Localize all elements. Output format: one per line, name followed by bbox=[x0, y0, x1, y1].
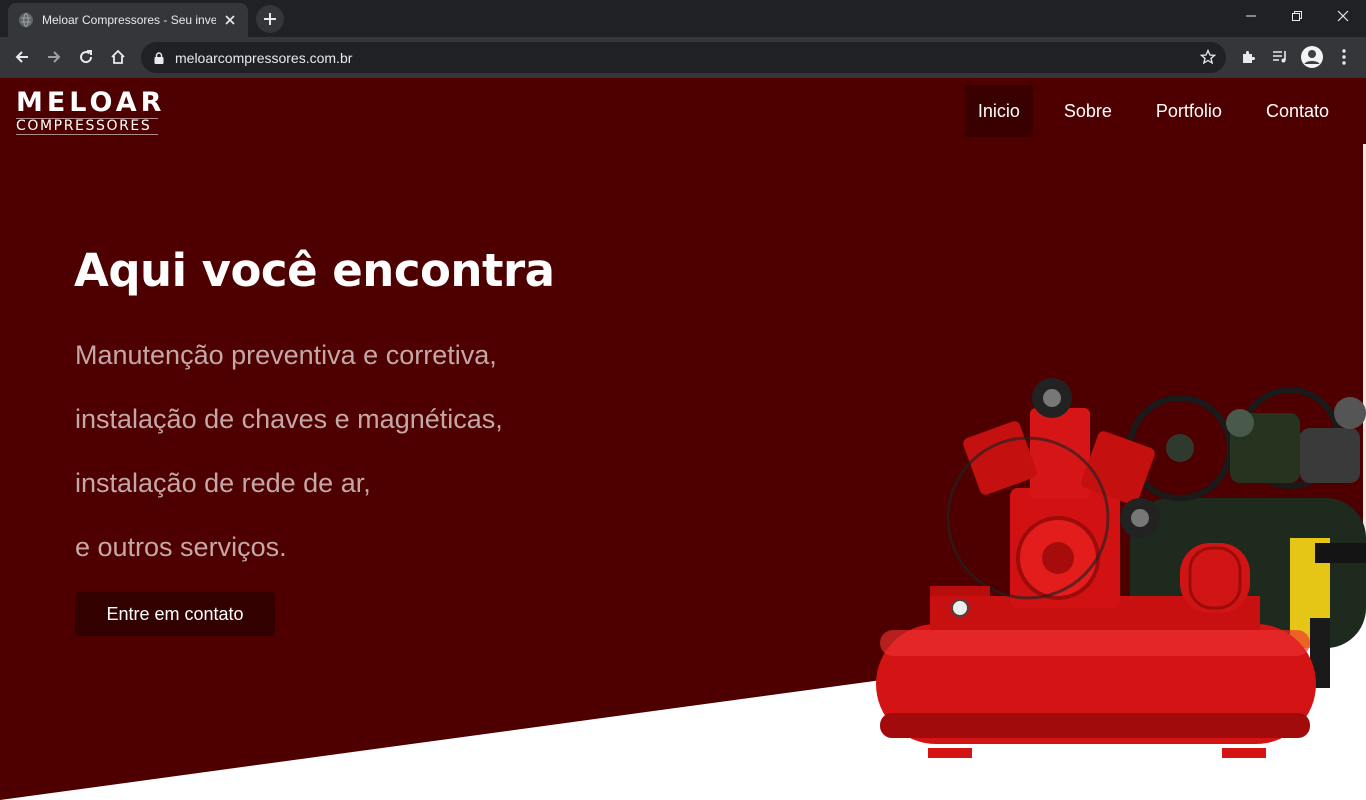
home-icon bbox=[111, 49, 125, 64]
close-tab-icon[interactable] bbox=[222, 12, 238, 28]
lock-icon bbox=[152, 51, 166, 65]
hero-title: Aqui você encontra bbox=[74, 244, 555, 297]
avatar-icon bbox=[1301, 46, 1323, 68]
nav-portfolio[interactable]: Portfolio bbox=[1143, 85, 1235, 137]
main-nav: Inicio Sobre Portfolio Contato bbox=[947, 85, 1342, 137]
browser-tab[interactable]: Meloar Compressores - Seu investimento bbox=[8, 3, 248, 37]
hero-line-4: e outros serviços. bbox=[75, 532, 287, 562]
forward-button[interactable] bbox=[40, 43, 68, 71]
close-window-button[interactable] bbox=[1320, 0, 1366, 32]
site-logo[interactable]: MELOAR COMPRESSORES bbox=[16, 87, 166, 135]
restore-button[interactable] bbox=[1274, 0, 1320, 32]
plus-icon bbox=[264, 13, 276, 25]
puzzle-icon bbox=[1243, 51, 1255, 63]
reload-icon bbox=[80, 50, 93, 64]
browser-titlebar: Meloar Compressores - Seu investimento bbox=[0, 0, 1366, 37]
browser-toolbar: meloarcompressores.com.br bbox=[0, 37, 1366, 78]
nav-sobre[interactable]: Sobre bbox=[1051, 85, 1125, 137]
url-text: meloarcompressores.com.br bbox=[175, 49, 353, 66]
hero-line-3: instalação de rede de ar, bbox=[75, 468, 371, 498]
home-button[interactable] bbox=[104, 43, 132, 71]
new-tab-button[interactable] bbox=[256, 5, 284, 33]
minimize-button[interactable] bbox=[1228, 0, 1274, 32]
tab-title: Meloar Compressores - Seu investimento bbox=[42, 13, 216, 27]
air-compressor-image bbox=[876, 378, 1366, 758]
reload-button[interactable] bbox=[72, 43, 100, 71]
arrow-left-icon bbox=[15, 51, 28, 63]
playlist-music-icon bbox=[1273, 51, 1286, 63]
close-icon bbox=[1337, 10, 1349, 22]
bookmark-star-icon[interactable] bbox=[1199, 48, 1217, 66]
hero-line-1: Manutenção preventiva e corretiva, bbox=[75, 340, 497, 370]
more-vert-icon bbox=[1342, 49, 1346, 65]
nav-inicio[interactable]: Inicio bbox=[964, 85, 1033, 137]
restore-icon bbox=[1292, 11, 1302, 21]
minimize-icon bbox=[1246, 15, 1256, 17]
globe-icon bbox=[18, 12, 34, 28]
logo-sub-text: COMPRESSORES bbox=[16, 118, 158, 135]
extensions-button[interactable] bbox=[1234, 43, 1262, 71]
hero-line-2: instalação de chaves e magnéticas, bbox=[75, 404, 503, 434]
contact-cta-button[interactable]: Entre em contato bbox=[75, 592, 275, 636]
nav-contato[interactable]: Contato bbox=[1253, 85, 1342, 137]
web-page: MELOAR COMPRESSORES Inicio Sobre Portfol… bbox=[0, 78, 1366, 800]
media-control-button[interactable] bbox=[1266, 43, 1294, 71]
address-bar[interactable]: meloarcompressores.com.br bbox=[141, 42, 1226, 73]
back-button[interactable] bbox=[8, 43, 36, 71]
profile-avatar[interactable] bbox=[1298, 43, 1326, 71]
browser-menu-button[interactable] bbox=[1330, 43, 1358, 71]
arrow-right-icon bbox=[48, 51, 61, 63]
logo-main-text: MELOAR bbox=[16, 87, 166, 118]
